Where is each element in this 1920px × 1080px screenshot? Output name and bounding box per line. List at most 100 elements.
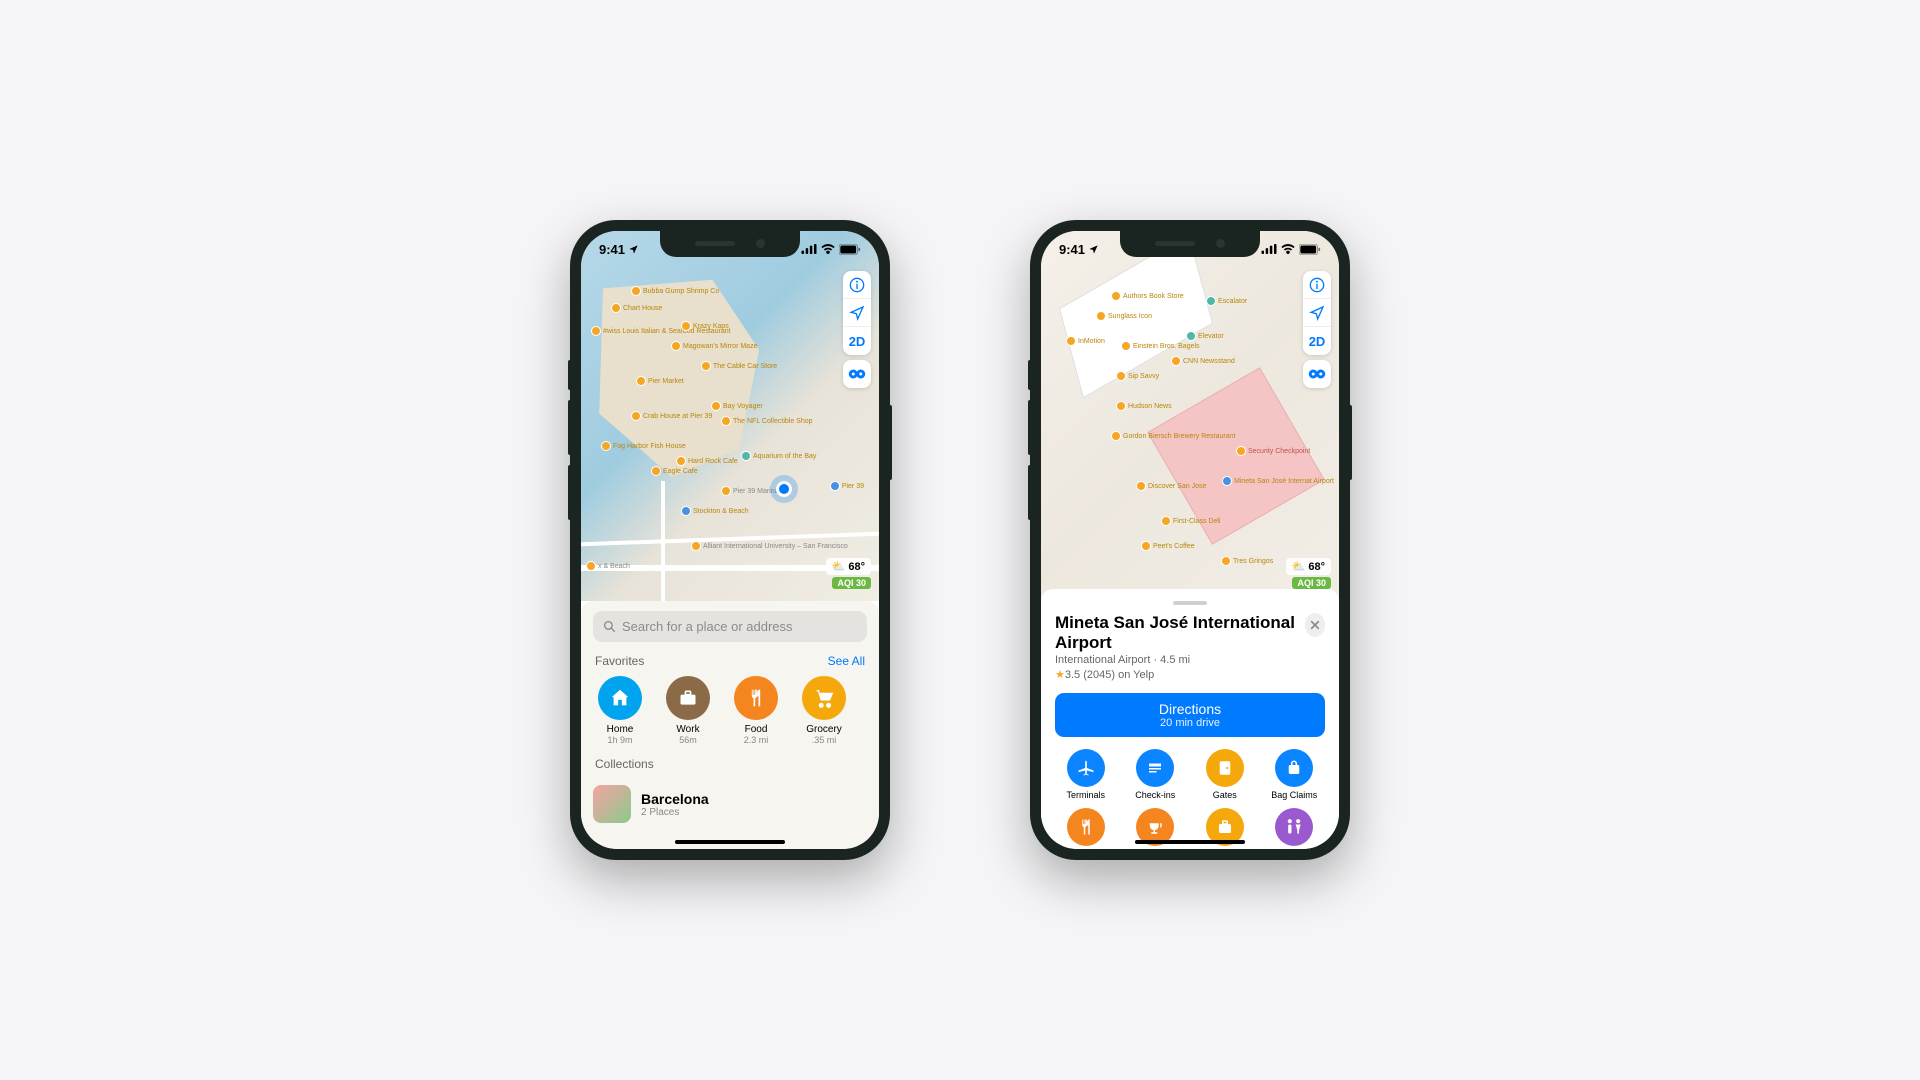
collection-thumbnail	[593, 785, 631, 823]
category-gates[interactable]: Gates	[1194, 749, 1256, 800]
signal-icon	[801, 244, 817, 254]
category-food[interactable]: Food	[1055, 808, 1117, 849]
favorite-grocery[interactable]: Grocery .35 mi	[797, 676, 851, 745]
map-poi[interactable]: Tres Gringos	[1221, 556, 1273, 566]
map-poi[interactable]: Bubba Gump Shrimp Co	[631, 286, 719, 296]
map-poi[interactable]: Mineta San José Internat Airport	[1222, 476, 1334, 486]
map-poi[interactable]: Einstein Bros. Bagels	[1121, 341, 1200, 351]
map-poi[interactable]: The Cable Car Store	[701, 361, 777, 371]
screen-right: 9:41 Authors Book Store Sunglass Icon Es…	[1041, 231, 1339, 849]
home-indicator[interactable]	[675, 840, 785, 844]
map-poi[interactable]: Authors Book Store	[1111, 291, 1184, 301]
map-info-button[interactable]	[843, 271, 871, 299]
map-mode-button[interactable]: 2D	[843, 327, 871, 355]
favorite-food[interactable]: Food 2.3 mi	[729, 676, 783, 745]
screen-left: 9:41 Bubba Gump Shrimp Co Chart House #w…	[581, 231, 879, 849]
map-lookaround-button[interactable]	[1303, 360, 1331, 388]
search-sheet[interactable]: Search for a place or address Favorites …	[581, 601, 879, 849]
weather-badge[interactable]: ⛅68° AQI 30	[1286, 558, 1331, 589]
map-view[interactable]: Bubba Gump Shrimp Co Chart House #wiss L…	[581, 231, 879, 601]
map-poi[interactable]: Crab House at Pier 39	[631, 411, 712, 421]
map-info-button[interactable]	[1303, 271, 1331, 299]
weather-icon: ⛅	[1292, 560, 1306, 573]
map-poi[interactable]: Gordon Biersch Brewery Restaurant	[1111, 431, 1235, 441]
place-rating: ★3.5 (2045) on Yelp	[1055, 668, 1305, 681]
category-bagclaims[interactable]: Bag Claims	[1264, 749, 1326, 800]
notch	[1120, 231, 1260, 257]
aqi-badge: AQI 30	[832, 577, 871, 589]
directions-button[interactable]: Directions 20 min drive	[1055, 693, 1325, 737]
map-locate-button[interactable]	[1303, 299, 1331, 327]
map-poi[interactable]: Security Checkpoint	[1236, 446, 1310, 456]
category-row: Terminals Check-ins Gates Bag Claims	[1055, 749, 1325, 800]
map-poi[interactable]: Sunglass Icon	[1096, 311, 1152, 321]
place-title: Mineta San José International Airport	[1055, 613, 1305, 652]
map-locate-button[interactable]	[843, 299, 871, 327]
map-poi[interactable]: Hard Rock Cafe	[676, 456, 738, 466]
map-poi[interactable]: Elevator	[1186, 331, 1224, 341]
home-indicator[interactable]	[1135, 840, 1245, 844]
map-poi[interactable]: Alliant International University – San F…	[691, 541, 848, 551]
map-poi[interactable]: InMotion	[1066, 336, 1105, 346]
map-lookaround-button[interactable]	[843, 360, 871, 388]
see-all-link[interactable]: See All	[828, 654, 865, 668]
battery-icon	[839, 244, 861, 255]
map-poi[interactable]: Pier 39	[830, 481, 864, 491]
map-poi[interactable]: Eagle Cafe	[651, 466, 698, 476]
favorite-more[interactable]	[865, 676, 867, 745]
map-controls: 2D	[843, 271, 871, 388]
favorites-title: Favorites	[595, 654, 644, 668]
favorite-home[interactable]: Home 1h 9m	[593, 676, 647, 745]
collection-item[interactable]: Barcelona 2 Places	[593, 779, 867, 829]
place-subtitle: International Airport · 4.5 mi	[1055, 654, 1305, 666]
map-poi[interactable]: Discover San Jose	[1136, 481, 1206, 491]
notch	[660, 231, 800, 257]
location-services-icon	[628, 244, 639, 255]
map-poi[interactable]: Sip Savvy	[1116, 371, 1159, 381]
close-button[interactable]	[1305, 613, 1325, 637]
map-poi[interactable]: Aquarium of the Bay	[741, 451, 816, 461]
map-poi[interactable]: Pier Market	[636, 376, 684, 386]
collections-title: Collections	[595, 757, 654, 771]
place-card[interactable]: Mineta San José International Airport In…	[1041, 589, 1339, 849]
map-mode-button[interactable]: 2D	[1303, 327, 1331, 355]
star-icon: ★	[1055, 669, 1065, 681]
wifi-icon	[821, 244, 835, 254]
map-poi[interactable]: First-Class Deli	[1161, 516, 1220, 526]
map-poi[interactable]: Chart House	[611, 303, 662, 313]
map-poi[interactable]: Hudson News	[1116, 401, 1172, 411]
weather-icon: ⛅	[832, 560, 846, 573]
status-time: 9:41	[1059, 242, 1085, 257]
map-poi[interactable]: Stockton & Beach	[681, 506, 749, 516]
sheet-grabber[interactable]	[1173, 601, 1207, 605]
map-poi[interactable]: Pier 39 Marina	[721, 486, 779, 496]
weather-badge[interactable]: ⛅68° AQI 30	[826, 558, 871, 589]
search-icon	[603, 620, 616, 633]
close-icon	[1310, 620, 1320, 630]
category-restrooms[interactable]: Restrooms	[1264, 808, 1326, 849]
status-time: 9:41	[599, 242, 625, 257]
map-controls: 2D	[1303, 271, 1331, 388]
aqi-badge: AQI 30	[1292, 577, 1331, 589]
map-view-indoor[interactable]: Authors Book Store Sunglass Icon Escalat…	[1041, 231, 1339, 601]
phone-left: 9:41 Bubba Gump Shrimp Co Chart House #w…	[570, 220, 890, 860]
phone-right: 9:41 Authors Book Store Sunglass Icon Es…	[1030, 220, 1350, 860]
map-poi[interactable]: Magowan's Mirror Maze	[671, 341, 757, 351]
favorites-row: Home 1h 9m Work 56m Food 2.3 mi Grocery …	[593, 676, 867, 745]
category-checkins[interactable]: Check-ins	[1125, 749, 1187, 800]
map-poi[interactable]: Fog Harbor Fish House	[601, 441, 686, 451]
map-poi[interactable]: x & Beach	[586, 561, 630, 571]
favorite-work[interactable]: Work 56m	[661, 676, 715, 745]
map-poi[interactable]: Krazy Kaps	[681, 321, 729, 331]
map-poi[interactable]: Peet's Coffee	[1141, 541, 1195, 551]
wifi-icon	[1281, 244, 1295, 254]
category-terminals[interactable]: Terminals	[1055, 749, 1117, 800]
map-poi[interactable]: The NFL Collectible Shop	[721, 416, 813, 426]
user-location-dot	[776, 481, 792, 497]
map-poi[interactable]: CNN Newsstand	[1171, 356, 1235, 366]
map-poi[interactable]: Escalator	[1206, 296, 1247, 306]
search-input[interactable]: Search for a place or address	[593, 611, 867, 642]
location-services-icon	[1088, 244, 1099, 255]
battery-icon	[1299, 244, 1321, 255]
map-poi[interactable]: Bay Voyager	[711, 401, 763, 411]
